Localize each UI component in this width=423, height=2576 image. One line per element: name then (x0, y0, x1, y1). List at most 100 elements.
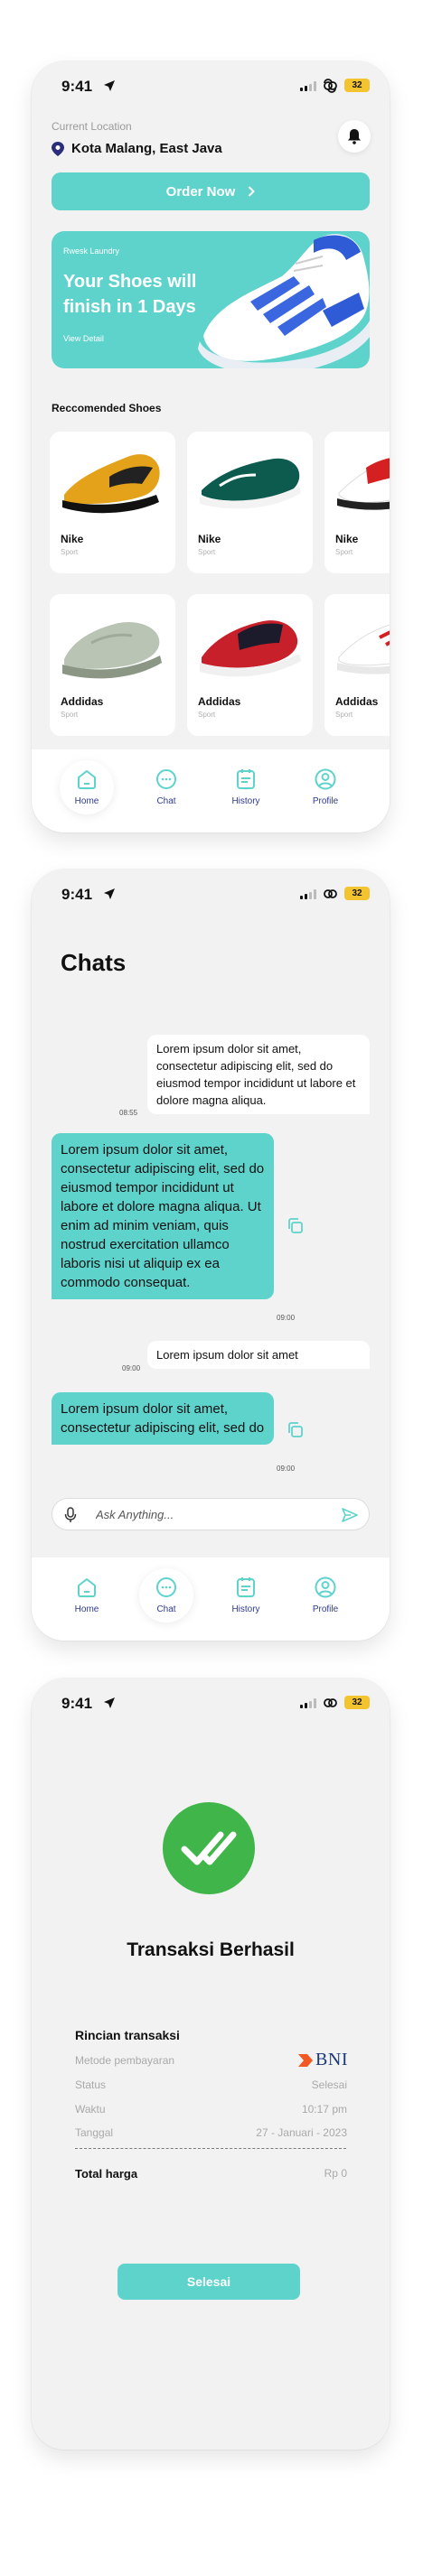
copy-icon[interactable] (286, 1420, 306, 1440)
location-arrow-icon (104, 1697, 115, 1708)
view-detail-link[interactable]: View Detail (63, 334, 104, 343)
battery-indicator: 32 (344, 887, 370, 900)
message-bubble-outgoing: Lorem ipsum dolor sit amet, consectetur … (52, 1133, 274, 1299)
shoe-image (337, 458, 390, 510)
home-icon (78, 770, 96, 789)
nav-home[interactable]: Home (60, 760, 114, 814)
location-label: Current Location (52, 120, 132, 133)
nav-home[interactable]: Home (60, 1568, 114, 1623)
home-screen: 9:41 32 Current Location Kota Malang, Ea… (32, 61, 390, 832)
send-icon[interactable] (342, 1507, 358, 1523)
location-text: Kota Malang, East Java (71, 141, 222, 156)
date-value: 27 - Januari - 2023 (256, 2126, 347, 2139)
microphone-icon[interactable] (64, 1507, 77, 1523)
nav-profile[interactable]: Profile (298, 1568, 352, 1623)
nav-label: Profile (312, 796, 339, 806)
product-name: Nike (335, 533, 359, 545)
bell-icon (348, 129, 361, 144)
home-icon (78, 1578, 96, 1597)
date-label: Tanggal (75, 2126, 114, 2139)
payment-method-label: Metode pembayaran (75, 2054, 175, 2067)
done-button-label: Selesai (186, 2274, 231, 2289)
message-time: 08:55 (119, 1109, 138, 1117)
message-bubble-incoming: Lorem ipsum dolor sit amet, consectetur … (147, 1035, 370, 1114)
time-label: Waktu (75, 2103, 106, 2116)
product-card[interactable]: Addidas Sport (187, 594, 313, 736)
status-bar: 9:41 32 (32, 1693, 390, 1715)
message-time: 09:00 (122, 1364, 141, 1372)
status-bar: 9:41 32 (32, 76, 390, 98)
product-name: Addidas (198, 695, 241, 708)
status-label: Status (75, 2078, 107, 2091)
chat-input-bar (52, 1498, 370, 1530)
link-icon (324, 79, 337, 93)
nav-label: Profile (312, 1604, 339, 1614)
total-value: Rp 0 (324, 2167, 347, 2180)
done-button[interactable]: Selesai (118, 2264, 300, 2300)
bni-mark-icon (298, 2053, 314, 2067)
chat-screen: 9:41 32 Chats Lorem ipsum dolor sit amet… (32, 870, 390, 1641)
notification-button[interactable] (338, 120, 371, 153)
product-category: Sport (61, 548, 79, 556)
bottom-nav: Home Chat History Profile (32, 1558, 390, 1641)
success-badge (163, 1802, 255, 1894)
detail-title: Rincian transaksi (75, 2028, 180, 2042)
location-arrow-icon (104, 888, 115, 899)
shoe-image (200, 458, 301, 509)
message-bubble-incoming: Lorem ipsum dolor sit amet (147, 1341, 370, 1369)
status-time: 9:41 (61, 1695, 93, 1712)
history-icon (237, 769, 255, 789)
location-arrow-icon (104, 80, 115, 91)
product-card[interactable]: Addidas Sport (324, 594, 390, 736)
page-title: Chats (61, 949, 127, 976)
product-name: Addidas (335, 695, 379, 708)
double-check-icon (181, 1831, 237, 1865)
location-selector[interactable]: Kota Malang, East Java (52, 141, 222, 156)
shoe-image (200, 620, 301, 677)
nav-label: History (231, 796, 260, 806)
nav-chat[interactable]: Chat (139, 760, 193, 814)
chat-icon (156, 1577, 176, 1597)
transaction-screen: 9:41 32 Transaksi Berhasil Rincian trans… (32, 1679, 390, 2450)
shoe-image (62, 454, 160, 514)
divider (75, 2148, 346, 2149)
promo-banner[interactable]: Rwesk Laundry Your Shoes will finish in … (52, 231, 370, 368)
shoe-image (337, 624, 390, 674)
shoe-image (198, 234, 370, 368)
nav-label: Chat (156, 1604, 176, 1614)
product-card[interactable]: Nike Sport (324, 432, 390, 573)
link-icon (324, 889, 337, 898)
product-category: Sport (198, 548, 216, 556)
chat-icon (156, 769, 176, 789)
product-name: Addidas (61, 695, 104, 708)
nav-chat[interactable]: Chat (139, 1568, 193, 1623)
nav-label: Home (74, 1604, 99, 1614)
product-card[interactable]: Nike Sport (50, 432, 175, 573)
product-card[interactable]: Addidas Sport (50, 594, 175, 736)
link-icon (324, 1698, 337, 1707)
bottom-nav: Home Chat History Profile (32, 749, 390, 832)
history-icon (237, 1577, 255, 1597)
nav-history[interactable]: History (219, 760, 273, 814)
map-pin-icon (52, 141, 64, 156)
product-category: Sport (335, 711, 353, 719)
chevron-right-icon (249, 186, 256, 197)
order-now-button[interactable]: Order Now (52, 172, 370, 210)
battery-indicator: 32 (344, 1696, 370, 1709)
payment-method-value: BNI (315, 2050, 348, 2069)
time-value: 10:17 pm (301, 2103, 347, 2116)
copy-icon[interactable] (286, 1216, 306, 1236)
nav-history[interactable]: History (219, 1568, 273, 1623)
product-card[interactable]: Nike Sport (187, 432, 313, 573)
banner-subtitle: Rwesk Laundry (63, 246, 120, 256)
section-title: Reccomended Shoes (52, 402, 162, 414)
signal-icon (300, 889, 316, 899)
message-input[interactable] (96, 1499, 322, 1530)
success-title: Transaksi Berhasil (127, 1939, 295, 1960)
nav-profile[interactable]: Profile (298, 760, 352, 814)
message-bubble-outgoing: Lorem ipsum dolor sit amet, consectetur … (52, 1392, 274, 1445)
nav-label: Chat (156, 796, 176, 806)
product-category: Sport (335, 548, 353, 556)
product-name: Nike (61, 533, 84, 545)
status-bar: 9:41 32 (32, 884, 390, 906)
